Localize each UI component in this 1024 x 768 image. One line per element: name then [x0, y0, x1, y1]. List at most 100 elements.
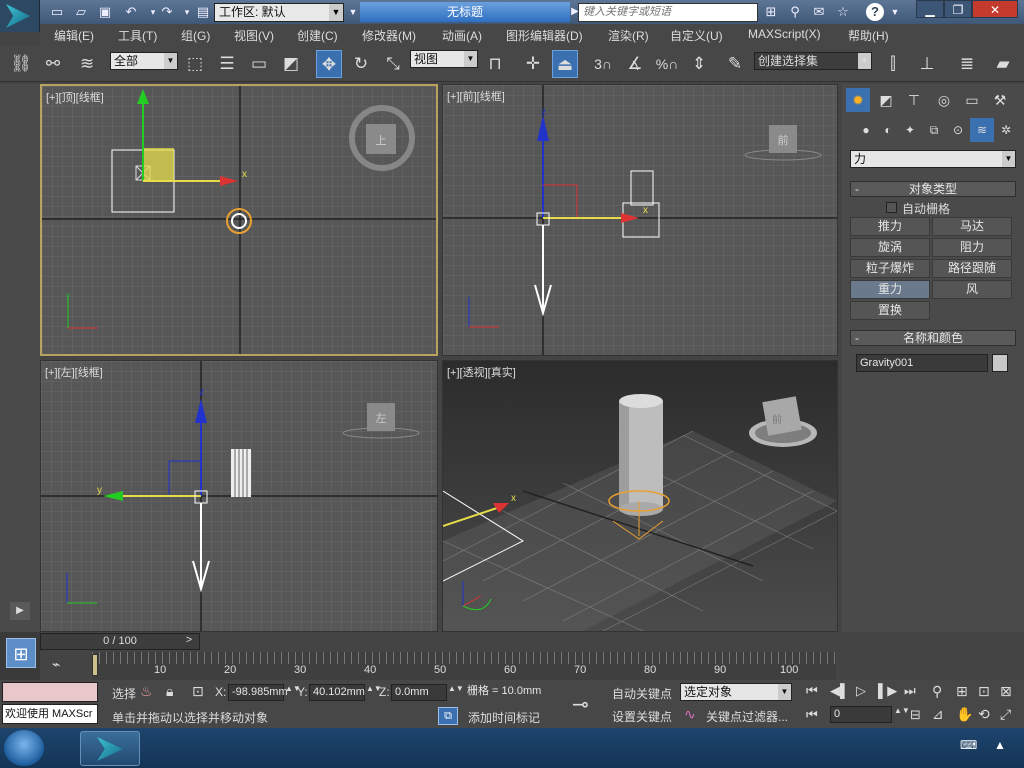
z-coord-field[interactable]: 0.0mm [391, 684, 447, 701]
drag-button[interactable]: 阻力 [932, 238, 1012, 257]
taskbar-3dsmax-button[interactable] [80, 731, 140, 766]
menu-help[interactable]: 帮助(H) [848, 27, 889, 44]
subscription-icon[interactable]: ✉ [810, 3, 828, 21]
select-object-icon[interactable]: ⬚ [182, 50, 208, 78]
named-selection-dropdown[interactable]: 创建选择集 ▼ [754, 52, 872, 70]
select-and-scale-icon[interactable]: ⤡ [380, 50, 406, 78]
play-icon[interactable]: ▷ [856, 683, 866, 699]
wind-button[interactable]: 风 [932, 280, 1012, 299]
binoculars-icon[interactable]: ⊞ [762, 3, 780, 21]
search-input[interactable] [578, 3, 758, 22]
motor-button[interactable]: 马达 [932, 217, 1012, 236]
spinner-snap-icon[interactable]: ⇕ [686, 50, 712, 78]
percent-snap-icon[interactable]: %∩ [654, 50, 680, 78]
tab-hierarchy-icon[interactable]: ⊤ [902, 88, 926, 112]
viewport-perspective-label[interactable]: [+][透视][真实] [447, 364, 516, 380]
zoom-all-icon[interactable]: ⊞ [956, 683, 968, 700]
helpers-icon[interactable]: ⊙ [946, 118, 970, 142]
geometry-icon[interactable]: ● [854, 118, 878, 142]
viewport-layout-icon[interactable]: ⊞ [6, 638, 36, 668]
key-mode-toggle-icon[interactable]: ⏮ [806, 707, 818, 723]
key-search-icon[interactable]: ⚲ [786, 3, 804, 21]
viewcube[interactable] [762, 396, 802, 436]
previous-frame-icon[interactable]: ◀▌ [830, 683, 849, 699]
undo-icon[interactable]: ↶ [122, 3, 140, 21]
angle-snap-icon[interactable]: ∡ [622, 50, 648, 78]
link-icon[interactable]: ⛓ [8, 50, 34, 78]
select-by-name-icon[interactable]: ☰ [214, 50, 240, 78]
time-tag-icon[interactable]: ⧉ [438, 707, 458, 725]
category-dropdown[interactable]: 力 ▼ [850, 150, 1016, 168]
menu-customize[interactable]: 自定义(U) [670, 27, 723, 44]
notification-flag-icon[interactable]: ▲ [994, 738, 1006, 752]
selection-filter-dropdown[interactable]: 全部 ▼ [110, 52, 178, 70]
add-time-tag[interactable]: 添加时间标记 [468, 709, 540, 726]
viewport-top-label[interactable]: [+][顶][线框] [46, 89, 104, 105]
tab-motion-icon[interactable]: ◎ [932, 88, 956, 112]
key-mode-dropdown[interactable]: 选定对象 ▼ [680, 683, 792, 701]
current-frame-field[interactable]: 0 [830, 706, 892, 723]
zoom-extents-all-icon[interactable]: ⊠ [1000, 683, 1012, 700]
pivot-center-icon[interactable]: ⊓ [482, 50, 508, 78]
next-frame-icon[interactable]: ▌▶ [878, 683, 897, 699]
minimize-button[interactable]: ▁ [916, 0, 944, 18]
goto-start-icon[interactable]: ⏮ [806, 683, 818, 699]
maxscript-listener-top[interactable] [2, 682, 98, 702]
cameras-icon[interactable]: ⧉ [922, 118, 946, 142]
open-file-icon[interactable]: ▱ [72, 3, 90, 21]
object-type-rollout-header[interactable]: - 对象类型 [850, 181, 1016, 197]
gravity-button[interactable]: 重力 [850, 280, 930, 299]
object-name-input[interactable] [856, 354, 988, 372]
y-coord-field[interactable]: 40.102mm [309, 684, 365, 701]
viewport-left-label[interactable]: [+][左][线框] [45, 364, 103, 380]
tab-display-icon[interactable]: ▭ [960, 88, 984, 112]
frame-marker[interactable] [92, 654, 98, 676]
x-coord-field[interactable]: -98.985mm [228, 684, 288, 701]
displace-button[interactable]: 置换 [850, 301, 930, 320]
select-and-move-icon[interactable]: ✥ [316, 50, 342, 78]
graphite-tools-icon[interactable]: ▰ [990, 50, 1016, 78]
close-button[interactable]: ✕ [972, 0, 1018, 18]
menu-tools[interactable]: 工具(T) [118, 27, 157, 44]
pan-hand-icon[interactable]: ✋ [956, 706, 973, 723]
favorites-star-icon[interactable]: ☆ [834, 3, 852, 21]
push-button[interactable]: 推力 [850, 217, 930, 236]
menu-modifiers[interactable]: 修改器(M) [362, 27, 416, 44]
viewport-left[interactable]: [+][左][线框] z y 左 [40, 360, 438, 632]
lights-icon[interactable]: ✦ [898, 118, 922, 142]
time-slider[interactable]: 0 / 100 [40, 633, 200, 650]
cylinder-side[interactable] [231, 449, 251, 497]
rectangular-selection-icon[interactable]: ▭ [246, 50, 272, 78]
auto-grid-checkbox[interactable] [886, 202, 897, 213]
pbomb-button[interactable]: 粒子爆炸 [850, 259, 930, 278]
edit-named-selection-icon[interactable]: ✎ [722, 50, 748, 78]
restore-button[interactable]: ❐ [944, 0, 972, 18]
object-color-swatch[interactable] [992, 354, 1008, 372]
menu-animation[interactable]: 动画(A) [442, 27, 482, 44]
space-warps-icon[interactable]: ≋ [970, 118, 994, 142]
maxscript-listener[interactable]: 欢迎使用 MAXScr [2, 704, 98, 724]
app-logo-button[interactable] [0, 0, 40, 32]
start-button-icon[interactable] [4, 730, 44, 766]
systems-icon[interactable]: ✲ [994, 118, 1018, 142]
window-crossing-icon[interactable]: ◩ [278, 50, 304, 78]
zoom-extents-icon[interactable]: ⊡ [978, 683, 990, 700]
frame-spinner-icon[interactable]: ▲▼ [894, 706, 910, 715]
tab-utilities-icon[interactable]: ⚒ [988, 88, 1012, 112]
workspace-dropdown[interactable]: 工作区: 默认 ▼ [214, 3, 344, 22]
select-and-rotate-icon[interactable]: ↻ [348, 50, 374, 78]
field-of-view-icon[interactable]: ⊿ [932, 706, 944, 723]
time-config-icon[interactable]: ⊟ [910, 707, 921, 723]
viewport-perspective[interactable]: [+][透视][真实] x 前 [442, 360, 838, 632]
goto-end-icon[interactable]: ⏭ [904, 683, 916, 699]
z-spinner-icon[interactable]: ▲▼ [448, 684, 464, 693]
menu-edit[interactable]: 编辑(E) [54, 27, 94, 44]
keyboard-tray-icon[interactable]: ⌨ [960, 738, 977, 752]
absolute-mode-icon[interactable]: ⊡ [192, 683, 204, 700]
redo-icon[interactable]: ↷ [158, 3, 176, 21]
viewport-front[interactable]: [+][前][线框] z x 前 [442, 84, 838, 356]
keyboard-shortcut-override-icon[interactable]: ⏏ [552, 50, 578, 78]
maximize-viewport-icon[interactable]: ⤢ [1000, 706, 1011, 723]
layer-manager-icon[interactable]: ≣ [954, 50, 980, 78]
vortex-button[interactable]: 旋涡 [850, 238, 930, 257]
